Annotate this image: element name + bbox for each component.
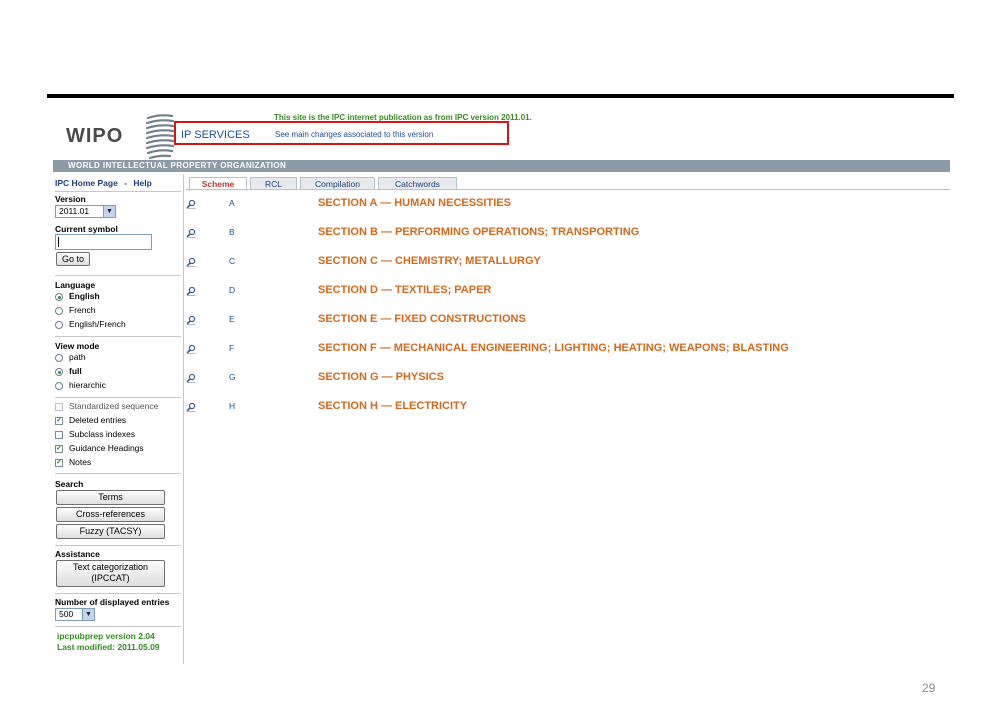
divider [55, 593, 181, 594]
page-number: 29 [922, 681, 936, 695]
magnifier-icon[interactable] [186, 344, 196, 354]
divider [55, 473, 181, 474]
divider [55, 336, 181, 337]
checkbox-subclass-indexes[interactable] [55, 431, 63, 439]
section-letter-link[interactable]: E [229, 314, 235, 324]
search-label: Search [55, 479, 84, 489]
section-title-link[interactable]: SECTION F — MECHANICAL ENGINEERING; LIGH… [318, 342, 789, 354]
option-guidance-headings-label: Guidance Headings [69, 443, 144, 453]
option-standardized-sequence-label: Standardized sequence [69, 401, 159, 411]
version-value: 2011.01 [59, 206, 90, 216]
magnifier-icon[interactable] [186, 199, 196, 209]
text-categorization-button[interactable]: Text categorization (IPCCAT) [56, 560, 165, 587]
view-mode-label: View mode [55, 341, 100, 351]
radio-path[interactable] [55, 354, 63, 362]
text-categorization-line1: Text categorization [72, 562, 149, 572]
view-full-label: full [69, 366, 82, 376]
version-label: Version [55, 194, 86, 204]
num-entries-label: Number of displayed entries [55, 597, 170, 607]
wipo-logo-text: WIPO [66, 125, 124, 147]
slide-top-rule [47, 94, 954, 98]
section-letter-link[interactable]: B [229, 227, 235, 237]
nav-links: IPC Home Page - Help [55, 178, 152, 188]
section-letter-link[interactable]: C [229, 256, 235, 266]
radio-hierarchic[interactable] [55, 382, 63, 390]
current-symbol-input[interactable] [55, 234, 152, 250]
ip-services-link[interactable]: IP SERVICES [181, 129, 250, 141]
left-sidebar: IPC Home Page - Help Version 2011.01 ▼ C… [53, 174, 184, 664]
language-english-french-label: English/French [69, 319, 126, 329]
section-title-link[interactable]: SECTION G — PHYSICS [318, 371, 444, 383]
section-title-link[interactable]: SECTION E — FIXED CONSTRUCTIONS [318, 313, 526, 325]
option-notes-label: Notes [69, 457, 92, 467]
go-to-button[interactable]: Go to [56, 252, 90, 266]
language-label: Language [55, 280, 96, 290]
divider [55, 275, 181, 276]
org-name: WORLD INTELLECTUAL PROPERTY ORGANIZATION [68, 161, 287, 170]
checkbox-guidance-headings[interactable]: ✓ [55, 445, 63, 453]
assistance-label: Assistance [55, 549, 100, 559]
language-french-label: French [69, 305, 96, 315]
option-deleted-entries-label: Deleted entries [69, 415, 127, 425]
section-title-link[interactable]: SECTION C — CHEMISTRY; METALLURGY [318, 255, 541, 267]
magnifier-icon[interactable] [186, 315, 196, 325]
help-link[interactable]: Help [133, 178, 151, 188]
home-page-link[interactable]: IPC Home Page [55, 178, 118, 188]
magnifier-icon[interactable] [186, 402, 196, 412]
tab-underline [186, 189, 950, 190]
radio-english-french[interactable] [55, 321, 63, 329]
view-path-label: path [69, 352, 86, 362]
search-fuzzy-button[interactable]: Fuzzy (TACSY) [56, 524, 165, 539]
magnifier-icon[interactable] [186, 373, 196, 383]
section-letter-link[interactable]: G [229, 372, 236, 382]
checkbox-standardized-sequence[interactable] [55, 403, 63, 411]
radio-full[interactable] [55, 368, 63, 376]
section-letter-link[interactable]: D [229, 285, 235, 295]
section-letter-link[interactable]: A [229, 198, 235, 208]
num-entries-value: 500 [59, 609, 74, 619]
footer-modified: Last modified: 2011.05.09 [57, 642, 160, 652]
checkbox-deleted-entries[interactable]: ✓ [55, 417, 63, 425]
view-hierarchic-label: hierarchic [69, 380, 106, 390]
text-categorization-line2: (IPCCAT) [91, 573, 130, 583]
num-entries-select[interactable]: 500 ▼ [55, 608, 95, 621]
text-cursor [58, 237, 59, 247]
chevron-down-icon: ▼ [82, 609, 94, 620]
footer-version: ipcpubprep version 2.04 [57, 631, 155, 641]
current-symbol-label: Current symbol [55, 224, 118, 234]
section-title-link[interactable]: SECTION A — HUMAN NECESSITIES [318, 197, 511, 209]
magnifier-icon[interactable] [186, 257, 196, 267]
magnifier-icon[interactable] [186, 228, 196, 238]
radio-english[interactable] [55, 293, 63, 301]
divider [55, 397, 181, 398]
wipo-logo-icon [145, 114, 175, 160]
section-title-link[interactable]: SECTION B — PERFORMING OPERATIONS; TRANS… [318, 226, 639, 238]
option-subclass-indexes-label: Subclass indexes [69, 429, 136, 439]
radio-french[interactable] [55, 307, 63, 315]
magnifier-icon[interactable] [186, 286, 196, 296]
version-select[interactable]: 2011.01 ▼ [55, 205, 116, 218]
main-changes-link[interactable]: See main changes associated to this vers… [275, 130, 433, 139]
section-title-link[interactable]: SECTION D — TEXTILES; PAPER [318, 284, 491, 296]
chevron-down-icon: ▼ [103, 206, 115, 217]
language-english-label: English [69, 291, 100, 301]
search-terms-button[interactable]: Terms [56, 490, 165, 505]
section-letter-link[interactable]: F [229, 343, 234, 353]
divider [55, 545, 181, 546]
divider [55, 191, 181, 192]
divider [55, 626, 181, 627]
section-title-link[interactable]: SECTION H — ELECTRICITY [318, 400, 467, 412]
search-cross-references-button[interactable]: Cross-references [56, 507, 165, 522]
checkbox-notes[interactable]: ✓ [55, 459, 63, 467]
nav-separator: - [124, 178, 128, 188]
section-letter-link[interactable]: H [229, 401, 235, 411]
